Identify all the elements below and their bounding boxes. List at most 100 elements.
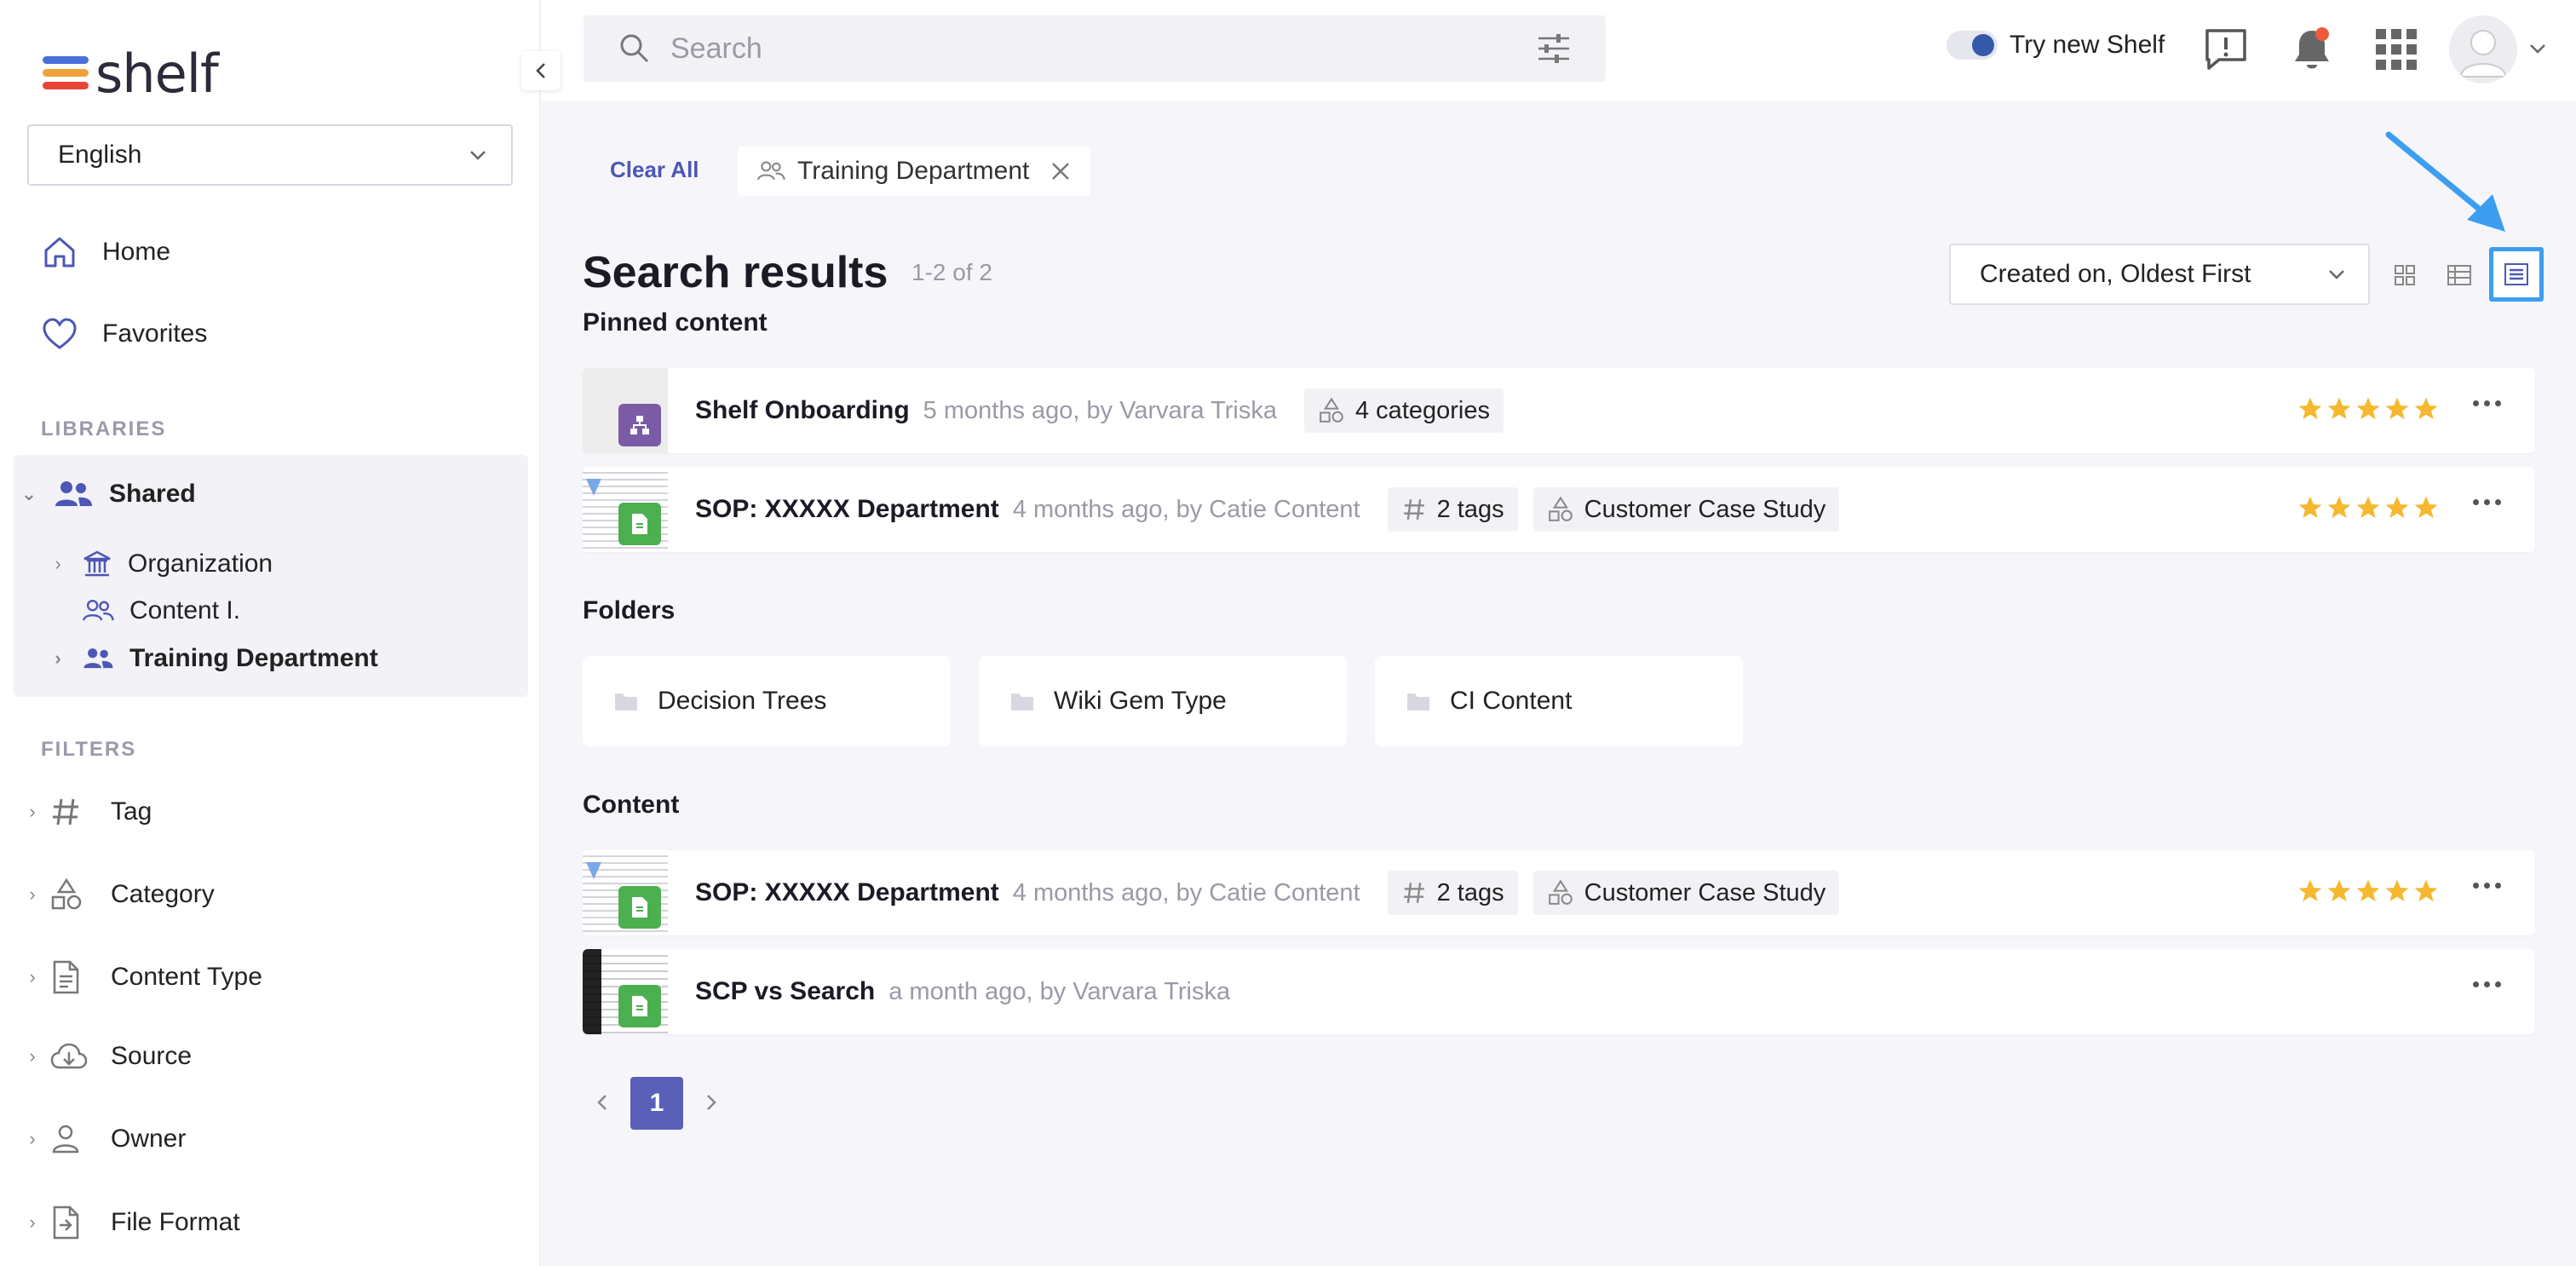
sidebar-item-label: Content I. (129, 596, 241, 624)
more-options-button[interactable] (2473, 400, 2501, 406)
chevron-down-icon[interactable]: ⌄ (20, 483, 37, 505)
avatar[interactable] (2449, 15, 2517, 83)
filter-content-type[interactable]: › Content Type (24, 959, 262, 995)
search-bar[interactable]: Search (584, 15, 1606, 82)
star-icon (2327, 397, 2351, 419)
content-thumbnail (583, 467, 668, 552)
nav-home-label: Home (102, 238, 171, 266)
star-icon (2414, 879, 2438, 901)
folder-icon (1407, 693, 1429, 711)
document-icon (53, 960, 79, 994)
page-number-current[interactable]: 1 (630, 1077, 683, 1130)
list-item[interactable]: SOP: XXXXX Department 4 months ago, by C… (583, 467, 2535, 552)
star-icon (2298, 397, 2322, 419)
star-icon (2298, 496, 2322, 518)
filter-label: Owner (111, 1125, 187, 1153)
apps-grid-icon[interactable] (2374, 27, 2418, 72)
filter-tag[interactable]: › Tag (24, 796, 152, 828)
chevron-left-icon[interactable] (595, 1092, 610, 1113)
content-title[interactable]: SCP vs Search (695, 977, 875, 1006)
sidebar: shelf English Home Favorites LIBRARIES ⌄… (0, 0, 540, 1266)
file-format-icon (53, 1206, 79, 1240)
shelf-logo[interactable]: shelf (41, 43, 219, 105)
more-options-button[interactable] (2473, 499, 2501, 505)
try-new-shelf-label: Try new Shelf (2010, 31, 2165, 59)
chevron-left-icon (536, 63, 545, 78)
filter-file-format[interactable]: › File Format (24, 1205, 240, 1240)
chevron-right-icon: › (29, 1128, 36, 1149)
chevron-right-icon: › (29, 1045, 36, 1067)
table-view-button[interactable] (2435, 250, 2484, 300)
star-icon (2327, 496, 2351, 518)
content-meta: 5 months ago, by Varvara Triska (923, 396, 1277, 424)
filter-source[interactable]: › Source (24, 1041, 192, 1072)
sidebar-item-shared-label: Shared (109, 480, 196, 508)
sidebar-item-label: Training Department (129, 644, 378, 672)
chevron-right-icon[interactable] (704, 1092, 719, 1113)
search-icon (620, 34, 649, 63)
folder-card[interactable]: Decision Trees (583, 656, 951, 746)
sidebar-item-organization[interactable]: › Organization (49, 549, 273, 579)
filter-category[interactable]: › Category (24, 878, 215, 912)
content-title[interactable]: Shelf Onboarding (695, 396, 910, 425)
try-new-shelf-toggle[interactable]: Try new Shelf (1946, 31, 2165, 60)
search-filters-icon[interactable] (1536, 32, 1572, 66)
decision-tree-icon (618, 404, 661, 446)
language-select[interactable]: English (27, 124, 513, 186)
content-thumbnail (583, 850, 668, 935)
star-rating[interactable] (2297, 494, 2440, 521)
folder-label: CI Content (1450, 687, 1573, 715)
clear-all-button[interactable]: Clear All (610, 157, 699, 183)
sidebar-item-content-i[interactable]: Content I. (82, 596, 240, 625)
star-icon (2298, 879, 2322, 901)
toggle-switch[interactable] (1946, 31, 1998, 60)
more-options-button[interactable] (2473, 883, 2501, 889)
grid-view-button[interactable] (2380, 250, 2429, 300)
sort-select[interactable]: Created on, Oldest First (1949, 244, 2370, 305)
home-icon (44, 237, 75, 268)
collapse-sidebar-button[interactable] (521, 51, 561, 90)
sidebar-item-shared[interactable]: ⌄ Shared (20, 479, 196, 509)
categories-chip[interactable]: Customer Case Study (1532, 871, 1840, 915)
content-title[interactable]: SOP: XXXXX Department (695, 495, 999, 524)
chevron-right-icon[interactable]: › (49, 553, 66, 575)
group-icon (55, 481, 92, 506)
categories-chip[interactable]: Customer Case Study (1532, 487, 1840, 532)
nav-home[interactable]: Home (41, 233, 170, 271)
folder-card[interactable]: Wiki Gem Type (979, 656, 1347, 746)
folder-card[interactable]: CI Content (1375, 656, 1743, 746)
list-item[interactable]: Shelf Onboarding 5 months ago, by Varvar… (583, 368, 2535, 453)
categories-chip[interactable]: 4 categories (1304, 388, 1504, 433)
chevron-right-icon: › (29, 801, 36, 822)
folder-label: Decision Trees (658, 687, 827, 715)
chevron-right-icon[interactable]: › (49, 647, 66, 670)
close-icon[interactable] (1049, 160, 1072, 182)
list-item[interactable]: SCP vs Search a month ago, by Varvara Tr… (583, 949, 2535, 1034)
notifications-button[interactable] (2290, 26, 2334, 78)
content-meta: a month ago, by Varvara Triska (888, 977, 1231, 1005)
tags-chip[interactable]: 2 tags (1387, 871, 1518, 915)
active-filter-chip: Training Department (738, 147, 1091, 196)
list-view-button[interactable] (2489, 247, 2544, 302)
nav-favorites[interactable]: Favorites (41, 315, 207, 353)
content-title[interactable]: SOP: XXXXX Department (695, 878, 999, 907)
chip-label: Customer Case Study (1584, 878, 1826, 906)
star-icon (2385, 397, 2409, 419)
tags-chip[interactable]: 2 tags (1387, 487, 1518, 532)
sidebar-item-training-department[interactable]: › Training Department (49, 644, 378, 673)
content-heading: Content (583, 791, 680, 819)
top-bar: Search Try new Shelf (541, 0, 2576, 101)
star-rating[interactable] (2297, 395, 2440, 423)
filter-label: Category (111, 880, 215, 908)
list-item[interactable]: SOP: XXXXX Department 4 months ago, by C… (583, 850, 2535, 935)
filter-owner[interactable]: › Owner (24, 1123, 186, 1155)
chip-label: Customer Case Study (1584, 495, 1826, 523)
star-icon (2356, 496, 2380, 518)
star-icon (2356, 879, 2380, 901)
search-input[interactable]: Search (670, 32, 1536, 66)
chevron-down-icon[interactable] (2528, 43, 2547, 55)
more-options-button[interactable] (2473, 981, 2501, 987)
feedback-icon[interactable] (2202, 26, 2250, 73)
star-rating[interactable] (2297, 878, 2440, 905)
shelf-logo-icon (43, 56, 89, 89)
